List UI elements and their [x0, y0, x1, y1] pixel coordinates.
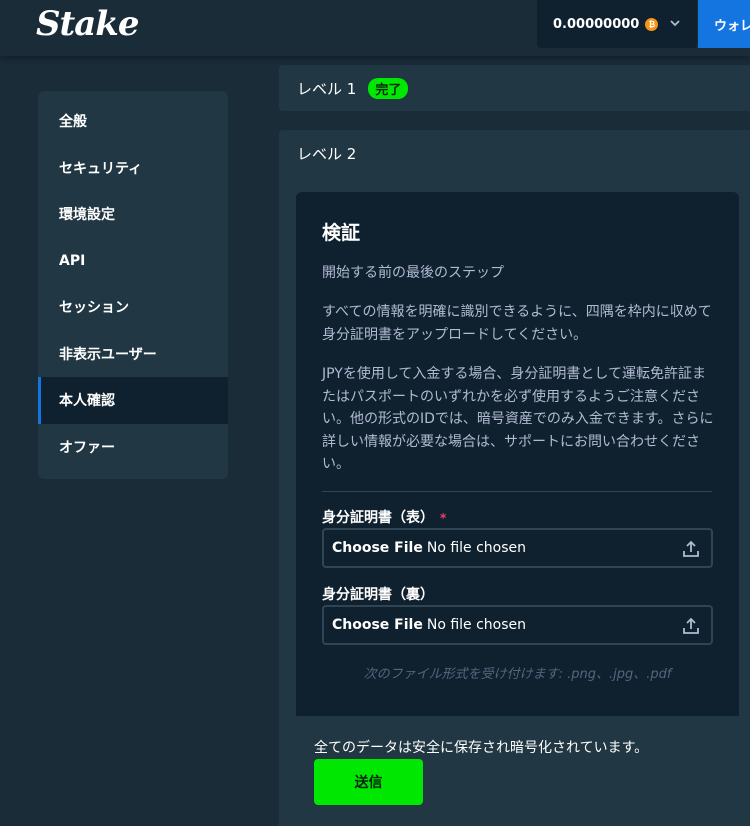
settings-sidebar: 全般 セキュリティ 環境設定 API セッション 非表示ユーザー 本人確認 オフ…: [38, 91, 228, 479]
upload-icon: [683, 617, 699, 634]
sidebar-item-verification[interactable]: 本人確認: [38, 377, 228, 424]
sidebar-item-offers[interactable]: オファー: [38, 424, 228, 471]
sidebar-item-api[interactable]: API: [38, 238, 228, 285]
id-front-label-text: 身分証明書（表）: [322, 510, 434, 526]
choose-file-button[interactable]: Choose File: [332, 540, 423, 556]
no-file-text: No file chosen: [426, 540, 527, 556]
id-front-file-input[interactable]: Choose File No file chosen: [322, 528, 713, 568]
required-asterisk: *: [440, 511, 447, 525]
stake-logo[interactable]: Stake: [36, 4, 139, 44]
choose-file-button[interactable]: Choose File: [332, 617, 423, 633]
sidebar-item-security[interactable]: セキュリティ: [38, 145, 228, 192]
accepted-formats-hint: 次のファイル形式を受け付けます: .png、.jpg、.pdf: [363, 667, 672, 682]
id-back-file-input[interactable]: Choose File No file chosen: [322, 605, 713, 645]
level-2-label: レベル 2: [297, 144, 357, 163]
id-front-label: 身分証明書（表） *: [322, 507, 446, 527]
sidebar-item-sessions[interactable]: セッション: [38, 284, 228, 331]
section-divider: [322, 491, 712, 492]
level-1-label: レベル 1: [297, 79, 357, 98]
upload-icon: [683, 540, 699, 557]
sidebar-item-general[interactable]: 全般: [38, 98, 228, 145]
sidebar-item-ignored-users[interactable]: 非表示ユーザー: [38, 331, 228, 378]
verification-subtitle: 開始する前の最後のステップ: [322, 265, 504, 281]
balance-dropdown[interactable]: 0.00000000 ₿: [537, 0, 697, 48]
id-back-label: 身分証明書（裏）: [322, 587, 434, 603]
bitcoin-icon: ₿: [645, 17, 659, 31]
completed-badge: 完了: [368, 77, 409, 99]
secure-data-note: 全てのデータは安全に保存され暗号化されています。: [314, 740, 649, 756]
chevron-down-icon: [670, 19, 680, 30]
sidebar-item-preferences[interactable]: 環境設定: [38, 191, 228, 238]
jpy-deposit-note: JPYを使用して入金する場合、身分証明書として運転免許証またはパスポートのいずれ…: [322, 366, 714, 472]
upload-instruction: すべての情報を明確に識別できるように、四隅を枠内に収めて身分証明書をアップロード…: [322, 304, 712, 343]
level-2-accordion[interactable]: レベル 2: [279, 130, 750, 176]
level-1-accordion[interactable]: レベル 1 完了: [279, 65, 750, 111]
top-header: Stake 0.00000000 ₿ ウォレット: [0, 0, 750, 56]
submit-button[interactable]: 送信: [314, 759, 423, 805]
verification-title: 検証: [322, 222, 361, 244]
no-file-text: No file chosen: [426, 617, 527, 633]
wallet-button[interactable]: ウォレット: [698, 0, 750, 48]
balance-amount: 0.00000000: [553, 16, 640, 32]
